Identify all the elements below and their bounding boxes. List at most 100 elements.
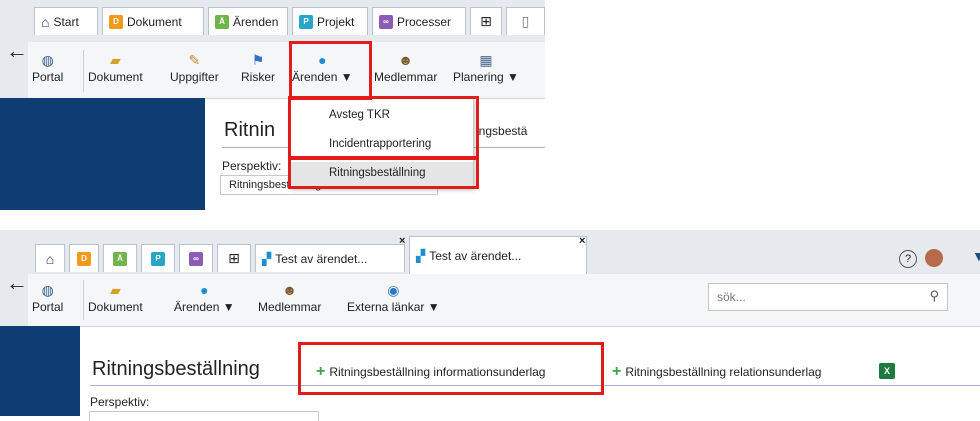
bottom-toolbar: ◍ Portal ▰ Dokument ● Ärenden ▼ ☻ Medlem… [28,274,980,327]
tab-case-1[interactable]: ▞ Test av ärendet... [255,244,405,272]
tab-case-2[interactable]: ▞ Test av ärendet... [409,236,587,274]
toolbar-label: Medlemmar [374,70,438,84]
toolbar-externa-lankar[interactable]: ◉ Externa länkar ▼ [347,281,440,315]
tab-label: Test av ärendet... [275,251,368,266]
bottom-tab-bar: ⌂ D Ä P ∞ ⊞ ▞ Test av ärendet... × ▞ Tes… [28,230,980,274]
page-icon: ▯ [521,13,530,29]
tab-label: Projekt [317,14,355,29]
tab-processer[interactable]: ∞ Processer [372,7,466,35]
toolbar-portal[interactable]: ◍ Portal [32,51,64,85]
bottom-nav-panel [0,326,80,416]
toolbar-label: Portal [32,300,64,314]
project-module-icon: P [299,14,313,29]
perspektiv-label: Perspektiv: [222,159,282,173]
close-tab-1-icon[interactable]: × [399,235,405,247]
toolbar-label: Dokument [88,70,143,84]
tab-start[interactable]: ⌂ Start [34,7,98,35]
process-module-icon: ∞ [379,14,393,29]
top-screenshot: ← ⌂ Start D Dokument Ä Ärenden P Projekt… [0,0,545,210]
tab-label: Ärenden [233,14,279,29]
tab-dokument[interactable]: D Dokument [102,7,204,35]
members-icon: ☻ [282,282,298,298]
toolbar-portal[interactable]: ◍ Portal [32,281,64,315]
perspektiv-select[interactable] [89,411,319,421]
highlight-informationsunderlag-action [298,342,604,395]
search-input[interactable]: sök... ⚲ [708,283,948,311]
folder-icon: ▰ [109,281,121,298]
action-label: Ritningsbeställning relationsunderlag [625,365,822,379]
toolbar-divider [83,50,84,92]
folder-icon: ▰ [109,51,121,68]
case-icon: ● [200,282,209,298]
highlight-dropdown-menu [288,96,479,159]
toolbar-arenden[interactable]: ● Ärenden ▼ [174,282,235,314]
page-title: Ritnin [224,119,276,141]
toolbar-label: Ärenden ▼ [174,300,235,314]
document-module-icon: D [109,14,123,29]
back-arrow-icon[interactable]: ← [6,270,28,296]
tab-label: Dokument [127,14,182,29]
search-placeholder: sök... [717,290,746,304]
toolbar-label: Externa länkar ▼ [347,300,440,314]
close-tab-2-icon[interactable]: × [579,235,585,247]
toolbar-label: Medlemmar [258,300,322,314]
tab-arenden[interactable]: Ä [103,244,137,272]
globe-icon: ◍ [41,281,54,298]
cases-module-icon: Ä [113,251,127,266]
tab-arenden[interactable]: Ä Ärenden [208,7,288,35]
toolbar-label: Dokument [88,300,143,314]
toolbar-medlemmar[interactable]: ☻ Medlemmar [258,282,321,314]
tab-new-page[interactable]: ▯ [506,7,545,35]
search-icon[interactable]: ⚲ [929,288,939,304]
action-relationsunderlag[interactable]: + Ritningsbeställning relationsunderlag [612,363,821,381]
home-icon: ⌂ [45,250,55,267]
page-title: Ritningsbeställning [92,358,260,380]
toolbar-planering[interactable]: ▦ Planering ▼ [453,51,519,85]
toolbar-risker[interactable]: ⚑ Risker [241,51,276,85]
plus-icon: + [612,363,622,380]
back-arrow-icon[interactable]: ← [6,38,28,64]
tab-processer[interactable]: ∞ [179,244,213,272]
highlight-ritningsbestallning [288,157,479,189]
tab-label: Start [53,14,79,29]
excel-export-icon[interactable]: X [879,363,895,379]
tab-label: Processer [397,14,452,29]
top-tab-bar: ⌂ Start D Dokument Ä Ärenden P Projekt ∞… [28,0,545,42]
tab-dokument[interactable]: D [69,244,99,272]
toolbar-dokument[interactable]: ▰ Dokument [88,281,143,315]
help-icon[interactable]: ? [899,250,917,268]
external-link-icon: ◉ [387,281,400,298]
avatar[interactable] [925,249,943,267]
process-module-icon: ∞ [189,251,203,266]
toolbar-uppgifter[interactable]: ✎ Uppgifter [170,51,219,85]
project-module-icon: P [151,251,165,266]
toolbar-label: Risker [241,70,276,84]
cases-module-icon: Ä [215,14,229,29]
case-tab-icon: ▞ [416,248,426,263]
tab-projekt[interactable]: P [141,244,175,272]
apps-icon: ⊞ [480,13,492,29]
flag-icon: ⚑ [251,51,265,68]
globe-icon: ◍ [41,51,54,68]
toolbar-divider [83,280,84,320]
chevron-down-icon[interactable]: ▼ [972,248,980,264]
tab-projekt[interactable]: P Projekt [292,7,368,35]
toolbar-label: Planering ▼ [453,70,519,84]
tab-apps[interactable]: ⊞ [217,244,251,272]
toolbar-label: Portal [32,70,64,84]
toolbar-dokument[interactable]: ▰ Dokument [88,51,143,85]
bottom-screenshot: ← ⌂ D Ä P ∞ ⊞ ▞ Test av ärendet... × ▞ T… [0,230,980,421]
apps-icon: ⊞ [228,250,240,266]
tab-home[interactable]: ⌂ [35,244,65,272]
toolbar-label: Uppgifter [170,70,219,84]
title-overflow: ingsbestä [476,124,528,138]
tab-apps[interactable]: ⊞ [470,7,502,35]
case-tab-icon: ▞ [262,251,272,266]
document-module-icon: D [77,251,91,266]
top-nav-panel [0,98,205,210]
members-icon: ☻ [398,52,414,68]
toolbar-medlemmar[interactable]: ☻ Medlemmar [374,52,437,84]
planning-icon: ▦ [479,51,493,68]
task-icon: ✎ [188,51,201,68]
home-icon: ⌂ [41,13,50,30]
